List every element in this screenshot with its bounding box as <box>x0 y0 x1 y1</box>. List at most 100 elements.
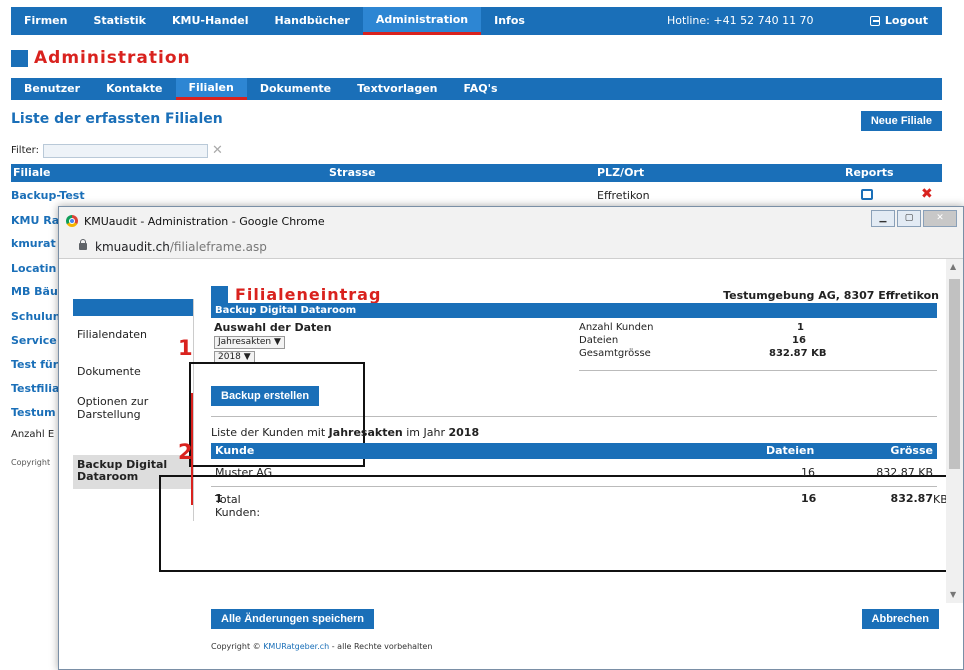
tab-textvorlagen[interactable]: Textvorlagen <box>344 78 450 100</box>
caption-text: im Jahr <box>402 426 449 439</box>
logout-button[interactable]: Logout <box>869 7 928 35</box>
print-icon[interactable] <box>861 189 873 200</box>
chrome-popup-window: KMUaudit - Administration - Google Chrom… <box>58 206 964 670</box>
copyright-link[interactable]: KMURatgeber.ch <box>263 642 329 651</box>
popup-scrollbar[interactable]: ▲ ▼ <box>946 259 963 603</box>
copyright-suffix: - alle Rechte vorbehalten <box>329 642 433 651</box>
close-icon[interactable]: ✕ <box>923 210 957 227</box>
tab-dokumente[interactable]: Dokumente <box>247 78 344 100</box>
sub-nav: Benutzer Kontakte Filialen Dokumente Tex… <box>11 78 942 100</box>
kunde-name: Muster AG <box>215 466 273 479</box>
logout-icon <box>869 16 880 26</box>
top-nav: Firmen Statistik KMU-Handel Handbücher A… <box>11 7 942 35</box>
popup-copyright: Copyright © KMURatgeber.ch - alle Rechte… <box>211 642 432 651</box>
tab-kontakte[interactable]: Kontakte <box>93 78 175 100</box>
nav-infos[interactable]: Infos <box>481 7 538 35</box>
sidebar-item-dokumente[interactable]: Dokumente <box>77 365 141 378</box>
window-controls: ▁ ▢ ✕ <box>871 210 957 227</box>
save-all-button[interactable]: Alle Änderungen speichern <box>211 609 375 629</box>
popup-content: Filialeneintrag Testumgebung AG, 8307 Ef… <box>59 259 958 669</box>
col-filiale[interactable]: Filiale <box>13 166 50 179</box>
filiale-name[interactable]: Testfilia <box>11 382 59 395</box>
new-filiale-button[interactable]: Neue Filiale <box>860 111 942 131</box>
nav-firmen[interactable]: Firmen <box>11 7 80 35</box>
nav-kmu-handel[interactable]: KMU-Handel <box>159 7 262 35</box>
table-total-row: Total Kunden: 1 16 832.87 KB <box>211 491 948 519</box>
total-label: Total Kunden: 1 <box>215 492 260 519</box>
page-title-text: Administration <box>34 48 191 68</box>
cancel-button[interactable]: Abbrechen <box>861 609 939 629</box>
col-dateien: Dateien <box>766 444 815 457</box>
col-reports: Reports <box>845 166 894 179</box>
lock-icon <box>79 239 87 250</box>
stat-value: 1 <box>797 322 804 333</box>
hotline-text: Hotline: +41 52 740 11 70 <box>667 14 814 27</box>
filiale-name[interactable]: kmurat <box>11 237 56 250</box>
tab-filialen[interactable]: Filialen <box>175 78 247 100</box>
filter-label: Filter: <box>11 145 39 156</box>
logout-label: Logout <box>884 14 928 27</box>
chrome-logo-icon <box>66 215 78 227</box>
nav-administration[interactable]: Administration <box>362 7 482 35</box>
filiale-name[interactable]: Test für <box>11 358 58 371</box>
nav-handbuecher[interactable]: Handbücher <box>262 7 363 35</box>
title-square-icon <box>211 286 228 303</box>
sidebar-item-filialendaten[interactable]: Filialendaten <box>77 328 147 341</box>
selection-label: Auswahl der Daten <box>214 321 332 334</box>
title-square-icon <box>11 49 28 67</box>
backup-section-header: Backup Digital Dataroom <box>211 303 937 318</box>
filiale-plz: Effretikon <box>597 189 650 202</box>
window-title: KMUaudit - Administration - Google Chrom… <box>84 215 325 228</box>
address-bar[interactable]: kmuaudit.ch/filialeframe.asp <box>59 235 963 259</box>
filiale-name[interactable]: Locatin <box>11 262 56 275</box>
kunde-groesse: 832.87 KB <box>876 466 933 479</box>
url-host: kmuaudit.ch <box>95 240 170 254</box>
popup-title-text: Filialeneintrag <box>235 285 382 304</box>
nav-statistik[interactable]: Statistik <box>80 7 159 35</box>
company-name: Testumgebung AG, 8307 Effretikon <box>723 289 939 302</box>
annotation-number-1: 1 <box>178 336 193 360</box>
sidebar-header-bar <box>73 299 193 316</box>
stat-label: Gesamtgrösse <box>579 348 651 359</box>
table-row[interactable]: Backup-Test Effretikon ✖ <box>11 186 942 206</box>
maximize-icon[interactable]: ▢ <box>897 210 921 227</box>
scroll-up-icon[interactable]: ▲ <box>950 262 956 271</box>
filiale-name[interactable]: Service <box>11 334 57 347</box>
customer-list-caption: Liste der Kunden mit Jahresakten im Jahr… <box>211 426 479 439</box>
popup-sidebar: Filialendaten Dokumente Optionen zur Dar… <box>73 299 193 489</box>
caption-type: Jahresakten <box>328 426 403 439</box>
scrollbar-thumb[interactable] <box>949 279 960 469</box>
filialen-count: Anzahl E <box>11 429 55 440</box>
total-groesse-value: 832.87 <box>890 492 933 505</box>
col-strasse[interactable]: Strasse <box>329 166 376 179</box>
clear-filter-icon[interactable]: ✕ <box>212 143 223 158</box>
filiale-name[interactable]: Backup-Test <box>11 189 85 202</box>
stat-label: Dateien <box>579 335 619 346</box>
tab-faq[interactable]: FAQ's <box>451 78 511 100</box>
filiale-name[interactable]: MB Bäu <box>11 285 58 298</box>
url-path: /filialeframe.asp <box>169 240 267 254</box>
table-divider <box>211 486 937 487</box>
minimize-icon[interactable]: ▁ <box>871 210 895 227</box>
filialen-table-header: Filiale Strasse PLZ/Ort Reports <box>11 164 942 182</box>
filiale-name[interactable]: Schulun <box>11 310 61 323</box>
tab-benutzer[interactable]: Benutzer <box>11 78 93 100</box>
filter-bar: Filter: ✕ <box>11 143 223 158</box>
sidebar-item-optionen[interactable]: Optionen zur Darstellung <box>77 395 157 421</box>
page-title: Administration <box>11 48 191 68</box>
type-select[interactable]: Jahresakten ▼ <box>214 336 285 349</box>
scroll-down-icon[interactable]: ▼ <box>950 590 956 599</box>
url-text[interactable]: kmuaudit.ch/filialeframe.asp <box>95 240 267 254</box>
window-titlebar[interactable]: KMUaudit - Administration - Google Chrom… <box>59 207 963 235</box>
list-title: Liste der erfassten Filialen <box>11 111 223 127</box>
col-plz-ort[interactable]: PLZ/Ort <box>597 166 644 179</box>
total-groesse: 832.87 KB <box>890 492 948 506</box>
copyright-prefix: Copyright © <box>211 642 264 651</box>
delete-icon[interactable]: ✖ <box>921 186 933 202</box>
filiale-name[interactable]: Testum <box>11 406 56 419</box>
customer-table-header: Kunde Dateien Grösse <box>211 443 937 459</box>
col-groesse: Grösse <box>890 444 933 457</box>
filter-input[interactable] <box>42 143 208 158</box>
filiale-name[interactable]: KMU Ra <box>11 214 59 227</box>
caption-text: Liste der Kunden mit <box>211 426 329 439</box>
